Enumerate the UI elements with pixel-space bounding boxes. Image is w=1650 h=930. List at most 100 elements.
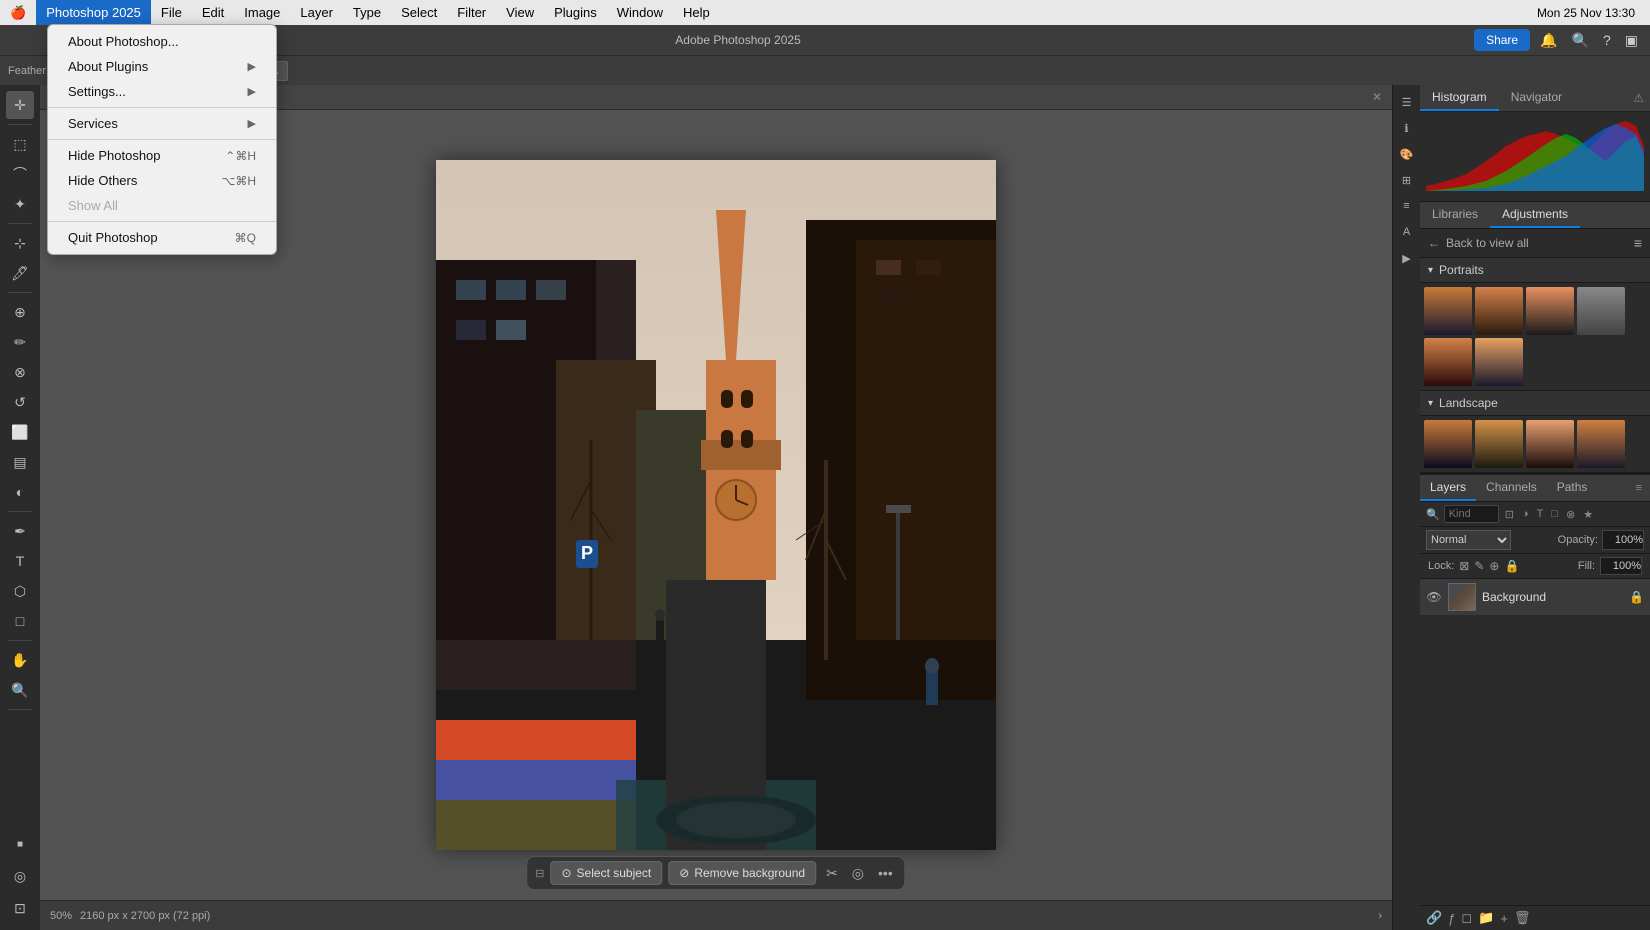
portrait-thumb-2[interactable] bbox=[1475, 287, 1523, 335]
menubar-photoshop[interactable]: Photoshop 2025 bbox=[36, 0, 151, 25]
float-circle-icon[interactable]: ◎ bbox=[848, 863, 868, 884]
lock-position-button[interactable]: ✎ bbox=[1474, 559, 1484, 573]
landscape-thumb-4[interactable] bbox=[1577, 420, 1625, 468]
path-tool[interactable]: ⬡ bbox=[6, 577, 34, 605]
menu-hide-others[interactable]: Hide Others ⌥⌘H bbox=[48, 168, 276, 193]
tab-adjustments[interactable]: Adjustments bbox=[1490, 202, 1580, 228]
lock-pixels-button[interactable]: ⊠ bbox=[1459, 559, 1469, 573]
history-brush-tool[interactable]: ↺ bbox=[6, 388, 34, 416]
color-icon[interactable]: 🎨 bbox=[1396, 143, 1418, 165]
menubar-type[interactable]: Type bbox=[343, 0, 391, 25]
move-tool[interactable]: ✛ bbox=[6, 91, 34, 119]
lock-all-button[interactable]: 🔒 bbox=[1504, 559, 1519, 573]
menubar-filter[interactable]: Filter bbox=[447, 0, 496, 25]
shape-filter-icon[interactable]: □ bbox=[1549, 508, 1560, 520]
actions-icon[interactable]: ▶ bbox=[1396, 247, 1418, 269]
add-mask-button[interactable]: ◻ bbox=[1461, 910, 1472, 926]
info-icon[interactable]: ℹ bbox=[1396, 117, 1418, 139]
notifications-icon[interactable]: 🔔 bbox=[1536, 32, 1561, 49]
landscape-section-header[interactable]: ▾ Landscape bbox=[1420, 391, 1650, 416]
shape-tool[interactable]: □ bbox=[6, 607, 34, 635]
portraits-section-header[interactable]: ▾ Portraits bbox=[1420, 258, 1650, 283]
remove-background-button[interactable]: ⊘ Remove background bbox=[668, 861, 816, 885]
type-tool[interactable]: T bbox=[6, 547, 34, 575]
new-layer-button[interactable]: + bbox=[1500, 911, 1508, 926]
swatches-icon[interactable]: ⊞ bbox=[1396, 169, 1418, 191]
layers-filter-input[interactable] bbox=[1444, 505, 1499, 523]
portrait-thumb-6[interactable] bbox=[1475, 338, 1523, 386]
back-row[interactable]: ← Back to view all ≡ bbox=[1420, 229, 1650, 258]
apple-menu[interactable]: 🍎 bbox=[0, 0, 36, 25]
tab-channels[interactable]: Channels bbox=[1476, 475, 1547, 501]
hand-tool[interactable]: ✋ bbox=[6, 646, 34, 674]
gradient-panel-icon[interactable]: ≡ bbox=[1396, 195, 1418, 217]
menu-quit-photoshop[interactable]: Quit Photoshop ⌘Q bbox=[48, 225, 276, 250]
tab-libraries[interactable]: Libraries bbox=[1420, 202, 1490, 228]
character-icon[interactable]: A bbox=[1396, 221, 1418, 243]
crop-tool[interactable]: ⊹ bbox=[6, 229, 34, 257]
menu-about-photoshop[interactable]: About Photoshop... bbox=[48, 29, 276, 54]
menubar-edit[interactable]: Edit bbox=[192, 0, 234, 25]
lock-artboard-button[interactable]: ⊕ bbox=[1489, 559, 1499, 573]
dodge-tool[interactable]: ◐ bbox=[6, 478, 34, 506]
foreground-color[interactable]: ■ bbox=[6, 830, 34, 858]
layers-menu-icon[interactable]: ≡ bbox=[1634, 482, 1644, 494]
zoom-tool[interactable]: 🔍 bbox=[6, 676, 34, 704]
landscape-thumb-2[interactable] bbox=[1475, 420, 1523, 468]
portrait-thumb-4[interactable] bbox=[1577, 287, 1625, 335]
canvas-tab-close[interactable]: ✕ bbox=[1372, 90, 1382, 104]
select-subject-button[interactable]: ⊙ Select subject bbox=[550, 861, 662, 885]
smart-filter-icon[interactable]: ⊗ bbox=[1564, 508, 1577, 521]
eraser-tool[interactable]: ⬜ bbox=[6, 418, 34, 446]
adj-filter-icon[interactable]: ◑ bbox=[1520, 508, 1531, 520]
tab-layers[interactable]: Layers bbox=[1420, 475, 1476, 501]
share-button[interactable]: Share bbox=[1474, 29, 1530, 51]
type-filter-icon[interactable]: T bbox=[1535, 508, 1546, 520]
menu-hide-photoshop[interactable]: Hide Photoshop ⌃⌘H bbox=[48, 143, 276, 168]
portrait-thumb-3[interactable] bbox=[1526, 287, 1574, 335]
pen-tool[interactable]: ✒ bbox=[6, 517, 34, 545]
gradient-tool[interactable]: ▤ bbox=[6, 448, 34, 476]
heal-tool[interactable]: ⊕ bbox=[6, 298, 34, 326]
arrange-icon[interactable]: ▣ bbox=[1621, 32, 1642, 49]
menubar-select[interactable]: Select bbox=[391, 0, 447, 25]
tab-histogram[interactable]: Histogram bbox=[1420, 85, 1499, 111]
menu-settings[interactable]: Settings... ▶ bbox=[48, 79, 276, 104]
eyedropper-tool[interactable]: 🖊 bbox=[6, 259, 34, 287]
new-group-button[interactable]: 📁 bbox=[1478, 910, 1494, 926]
select-tool[interactable]: ⬚ bbox=[6, 130, 34, 158]
tab-navigator[interactable]: Navigator bbox=[1499, 85, 1574, 111]
menubar-help[interactable]: Help bbox=[673, 0, 720, 25]
float-more-icon[interactable]: ••• bbox=[874, 863, 897, 883]
pixel-filter-icon[interactable]: ⊡ bbox=[1503, 508, 1516, 521]
fill-input[interactable] bbox=[1600, 557, 1642, 575]
quick-mask-tool[interactable]: ◎ bbox=[6, 862, 34, 890]
magic-wand-tool[interactable]: ✦ bbox=[6, 190, 34, 218]
properties-icon[interactable]: ☰ bbox=[1396, 91, 1418, 113]
landscape-thumb-1[interactable] bbox=[1424, 420, 1472, 468]
link-layers-button[interactable]: 🔗 bbox=[1426, 910, 1442, 926]
portrait-thumb-5[interactable] bbox=[1424, 338, 1472, 386]
search-toolbar-icon[interactable]: 🔍 bbox=[1568, 32, 1593, 49]
menu-services[interactable]: Services ▶ bbox=[48, 111, 276, 136]
menubar-file[interactable]: File bbox=[151, 0, 192, 25]
delete-layer-button[interactable]: 🗑 bbox=[1514, 910, 1531, 926]
lasso-tool[interactable]: ⌒ bbox=[6, 160, 34, 188]
clone-tool[interactable]: ⊗ bbox=[6, 358, 34, 386]
menu-icon[interactable]: ≡ bbox=[1634, 235, 1642, 251]
blend-mode-select[interactable]: Normal bbox=[1426, 530, 1511, 550]
menubar-window[interactable]: Window bbox=[607, 0, 673, 25]
brush-tool[interactable]: ✏ bbox=[6, 328, 34, 356]
layer-visibility-toggle[interactable]: 👁 bbox=[1426, 589, 1442, 605]
menu-about-plugins[interactable]: About Plugins ▶ bbox=[48, 54, 276, 79]
portrait-thumb-1[interactable] bbox=[1424, 287, 1472, 335]
screen-mode-tool[interactable]: ⊡ bbox=[6, 894, 34, 922]
ps-canvas[interactable]: P bbox=[436, 160, 996, 850]
float-scissors-icon[interactable]: ✂ bbox=[822, 863, 842, 884]
effect-filter-icon[interactable]: ★ bbox=[1581, 508, 1595, 521]
menubar-plugins[interactable]: Plugins bbox=[544, 0, 607, 25]
menubar-view[interactable]: View bbox=[496, 0, 544, 25]
menubar-layer[interactable]: Layer bbox=[290, 0, 343, 25]
tab-paths[interactable]: Paths bbox=[1547, 475, 1598, 501]
add-style-button[interactable]: ƒ bbox=[1448, 911, 1455, 926]
